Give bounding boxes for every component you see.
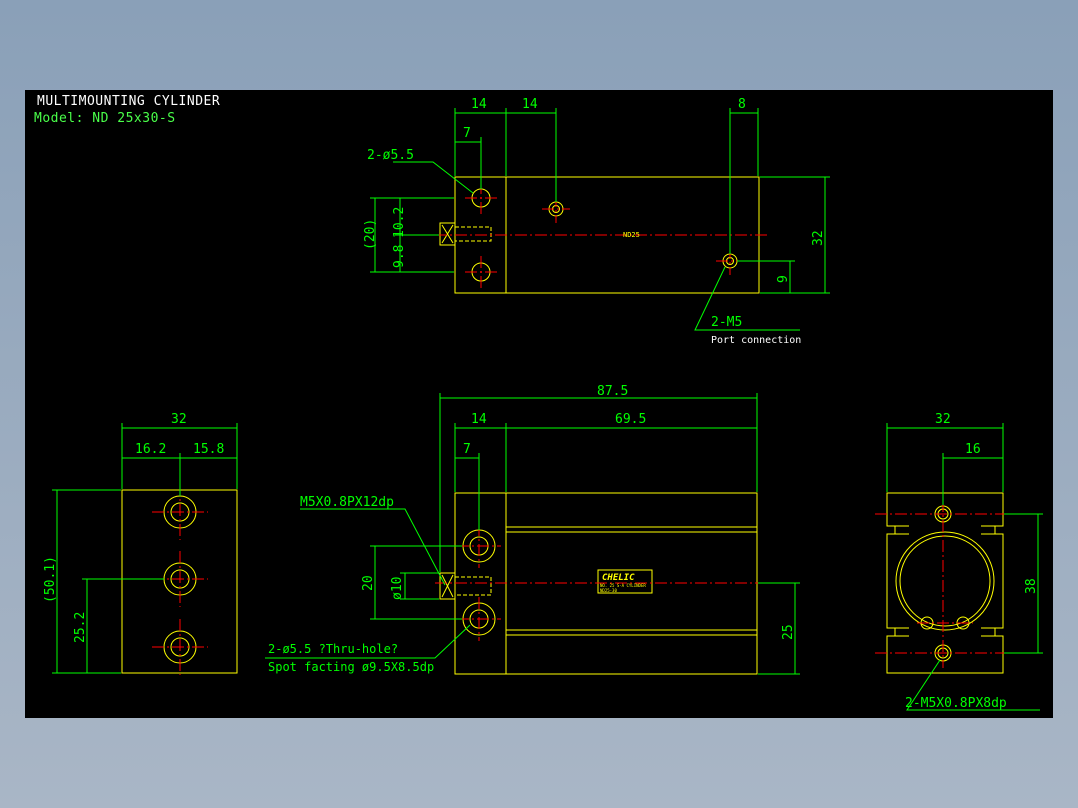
cad-drawing: ND25 14 14 8 7 2-ø5.5 10.2 9.8 (20) 32 9… [43, 97, 1043, 711]
dim-top-14a: 14 [471, 97, 487, 112]
dim-left-32: 32 [171, 412, 187, 427]
note-top-port-desc: Port connection [711, 335, 801, 346]
dim-front-14: 14 [471, 412, 487, 427]
dim-left-16-2: 16.2 [135, 442, 166, 457]
dim-right-32: 32 [935, 412, 951, 427]
top-view: ND25 14 14 8 7 2-ø5.5 10.2 9.8 (20) 32 9… [363, 97, 830, 346]
dim-right-16: 16 [965, 442, 981, 457]
brand-name: CHELIC [602, 573, 635, 583]
note-front-spot: Spot facting ø9.5X8.5dp [268, 660, 434, 674]
dim-front-69-5: 69.5 [615, 412, 646, 427]
drawing-sheet: MULTIMOUNTING CYLINDER Model: ND 25x30-S [25, 90, 1053, 718]
dim-front-25: 25 [781, 624, 796, 640]
right-bore-outer [895, 531, 995, 631]
note-top-port: 2-M5 [711, 315, 742, 330]
dim-right-38: 38 [1024, 578, 1039, 594]
dim-front-20: 20 [361, 575, 376, 591]
note-top-holes: 2-ø5.5 [367, 148, 414, 163]
dim-top-9-8: 9.8 [392, 245, 407, 268]
note-right-thread: 2-M5X0.8PX8dp [905, 696, 1007, 711]
top-body-label: ND25 [623, 231, 640, 239]
dim-left-25-2: 25.2 [73, 612, 88, 643]
right-bore-inner [899, 535, 991, 627]
note-front-thread: M5X0.8PX12dp [300, 495, 394, 510]
dim-top-9: 9 [776, 275, 791, 283]
right-body-outline [886, 492, 1004, 674]
dim-top-10-2: 10.2 [392, 207, 407, 238]
left-view: 32 16.2 15.8 (50.1) 25.2 [43, 412, 238, 675]
front-view: CHELIC NO. 25 S-A CYLINDER ND25-30 87.5 … [265, 384, 800, 675]
dim-left-15-8: 15.8 [193, 442, 224, 457]
dim-front-87-5: 87.5 [597, 384, 628, 399]
dim-top-7: 7 [463, 126, 471, 141]
dim-top-14b: 14 [522, 97, 538, 112]
dim-left-50-1: (50.1) [43, 556, 58, 603]
dim-top-32: 32 [811, 230, 826, 246]
dim-front-d10: ø10 [390, 577, 405, 600]
note-front-holes: 2-ø5.5 ?Thru-hole? [268, 642, 398, 656]
brand-sub2: ND25-30 [600, 588, 617, 593]
right-view: 32 16 38 2-M5X0.8PX8dp [875, 412, 1043, 711]
top-rod-thread [454, 226, 492, 242]
dim-top-8: 8 [738, 97, 746, 112]
dim-top-20: (20) [363, 219, 378, 250]
dim-front-7: 7 [463, 442, 471, 457]
